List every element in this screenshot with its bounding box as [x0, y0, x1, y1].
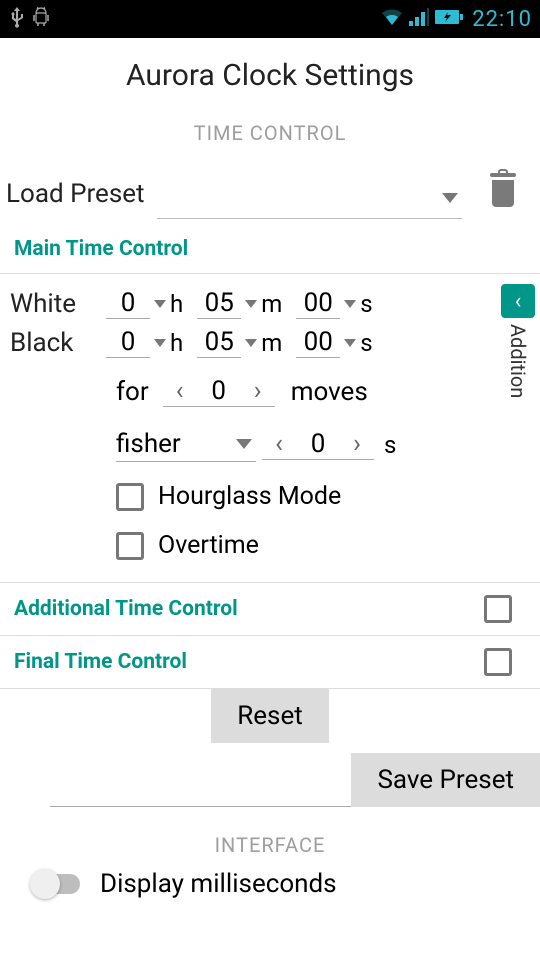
- black-label: Black: [6, 328, 106, 358]
- moves-increment-button[interactable]: ›: [241, 376, 275, 406]
- display-ms-switch[interactable]: [32, 874, 80, 894]
- final-time-control-row[interactable]: Final Time Control: [0, 635, 540, 688]
- load-preset-label: Load Preset: [6, 179, 145, 219]
- minutes-unit: m: [261, 290, 282, 318]
- moves-decrement-button[interactable]: ‹: [163, 376, 197, 406]
- chevron-down-icon: [245, 339, 257, 347]
- hourglass-label: Hourglass Mode: [158, 482, 341, 511]
- chevron-down-icon: [236, 439, 252, 449]
- seconds-unit: s: [360, 329, 372, 357]
- display-ms-label: Display milliseconds: [100, 869, 337, 899]
- black-time-row: Black 0 h 05 m 00 s: [6, 327, 490, 358]
- final-header: Final Time Control: [14, 650, 187, 674]
- status-clock: 22:10: [472, 7, 532, 32]
- save-preset-button[interactable]: Save Preset: [351, 753, 540, 807]
- chevron-down-icon: [154, 339, 166, 347]
- white-minutes-input[interactable]: 05: [197, 288, 241, 319]
- increment-decrement-button[interactable]: ‹: [262, 429, 296, 459]
- chevron-down-icon: [344, 339, 356, 347]
- white-label: White: [6, 289, 106, 319]
- signal-icon: [408, 7, 430, 31]
- main-time-control-header: Main Time Control: [0, 219, 540, 273]
- delete-preset-button[interactable]: [482, 171, 524, 213]
- black-hours-input[interactable]: 0: [106, 327, 150, 358]
- display-ms-row[interactable]: Display milliseconds: [0, 869, 540, 899]
- overtime-label: Overtime: [158, 531, 259, 560]
- load-preset-row: Load Preset: [0, 161, 540, 219]
- black-seconds-input[interactable]: 00: [296, 327, 340, 358]
- battery-icon: [434, 9, 464, 29]
- usb-icon: [8, 6, 26, 32]
- reset-button[interactable]: Reset: [211, 689, 329, 743]
- increment-mode-dropdown[interactable]: fisher: [116, 427, 256, 462]
- chevron-down-icon: [154, 300, 166, 308]
- moves-row: for ‹ 0 › moves: [116, 376, 490, 407]
- chevron-left-icon: ‹: [501, 284, 535, 318]
- moves-stepper: ‹ 0 ›: [163, 376, 275, 407]
- section-label-time-control: TIME CONTROL: [0, 121, 540, 145]
- increment-stepper: ‹ 0 ›: [262, 429, 374, 460]
- minutes-unit: m: [261, 329, 282, 357]
- preset-name-input[interactable]: [50, 769, 351, 807]
- hours-unit: h: [170, 290, 183, 318]
- white-time-row: White 0 h 05 m 00 s: [6, 288, 490, 319]
- overtime-row[interactable]: Overtime: [116, 531, 490, 560]
- hourglass-checkbox[interactable]: [116, 483, 144, 511]
- white-seconds-input[interactable]: 00: [296, 288, 340, 319]
- status-left: [8, 6, 50, 32]
- additional-time-control-row[interactable]: Additional Time Control: [0, 582, 540, 635]
- page-title: Aurora Clock Settings: [0, 58, 540, 93]
- status-bar: 22:10: [0, 0, 540, 38]
- for-label: for: [116, 377, 149, 407]
- moves-value[interactable]: 0: [197, 376, 241, 406]
- main-time-control-body: White 0 h 05 m 00 s Black 0 h 05 m 00 s …: [0, 273, 540, 582]
- increment-increment-button[interactable]: ›: [340, 429, 374, 459]
- increment-mode-value: fisher: [116, 429, 181, 459]
- hourglass-row[interactable]: Hourglass Mode: [116, 482, 490, 511]
- android-icon: [32, 6, 50, 32]
- seconds-unit: s: [360, 290, 372, 318]
- overtime-checkbox[interactable]: [116, 532, 144, 560]
- increment-row: fisher ‹ 0 › s: [116, 427, 490, 462]
- chevron-down-icon: [245, 300, 257, 308]
- moves-label: moves: [291, 377, 368, 407]
- white-hours-input[interactable]: 0: [106, 288, 150, 319]
- chevron-down-icon: [442, 193, 458, 203]
- section-label-interface: INTERFACE: [0, 833, 540, 857]
- addition-label: Addition: [506, 318, 530, 398]
- hours-unit: h: [170, 329, 183, 357]
- increment-unit: s: [384, 431, 396, 459]
- increment-value[interactable]: 0: [296, 429, 340, 459]
- wifi-icon: [380, 7, 404, 31]
- addition-side-tab[interactable]: ‹ Addition: [496, 274, 540, 582]
- preset-dropdown[interactable]: [157, 183, 462, 219]
- additional-checkbox[interactable]: [484, 595, 512, 623]
- chevron-down-icon: [344, 300, 356, 308]
- final-checkbox[interactable]: [484, 648, 512, 676]
- additional-header: Additional Time Control: [14, 597, 238, 621]
- black-minutes-input[interactable]: 05: [197, 327, 241, 358]
- status-right: 22:10: [380, 7, 532, 32]
